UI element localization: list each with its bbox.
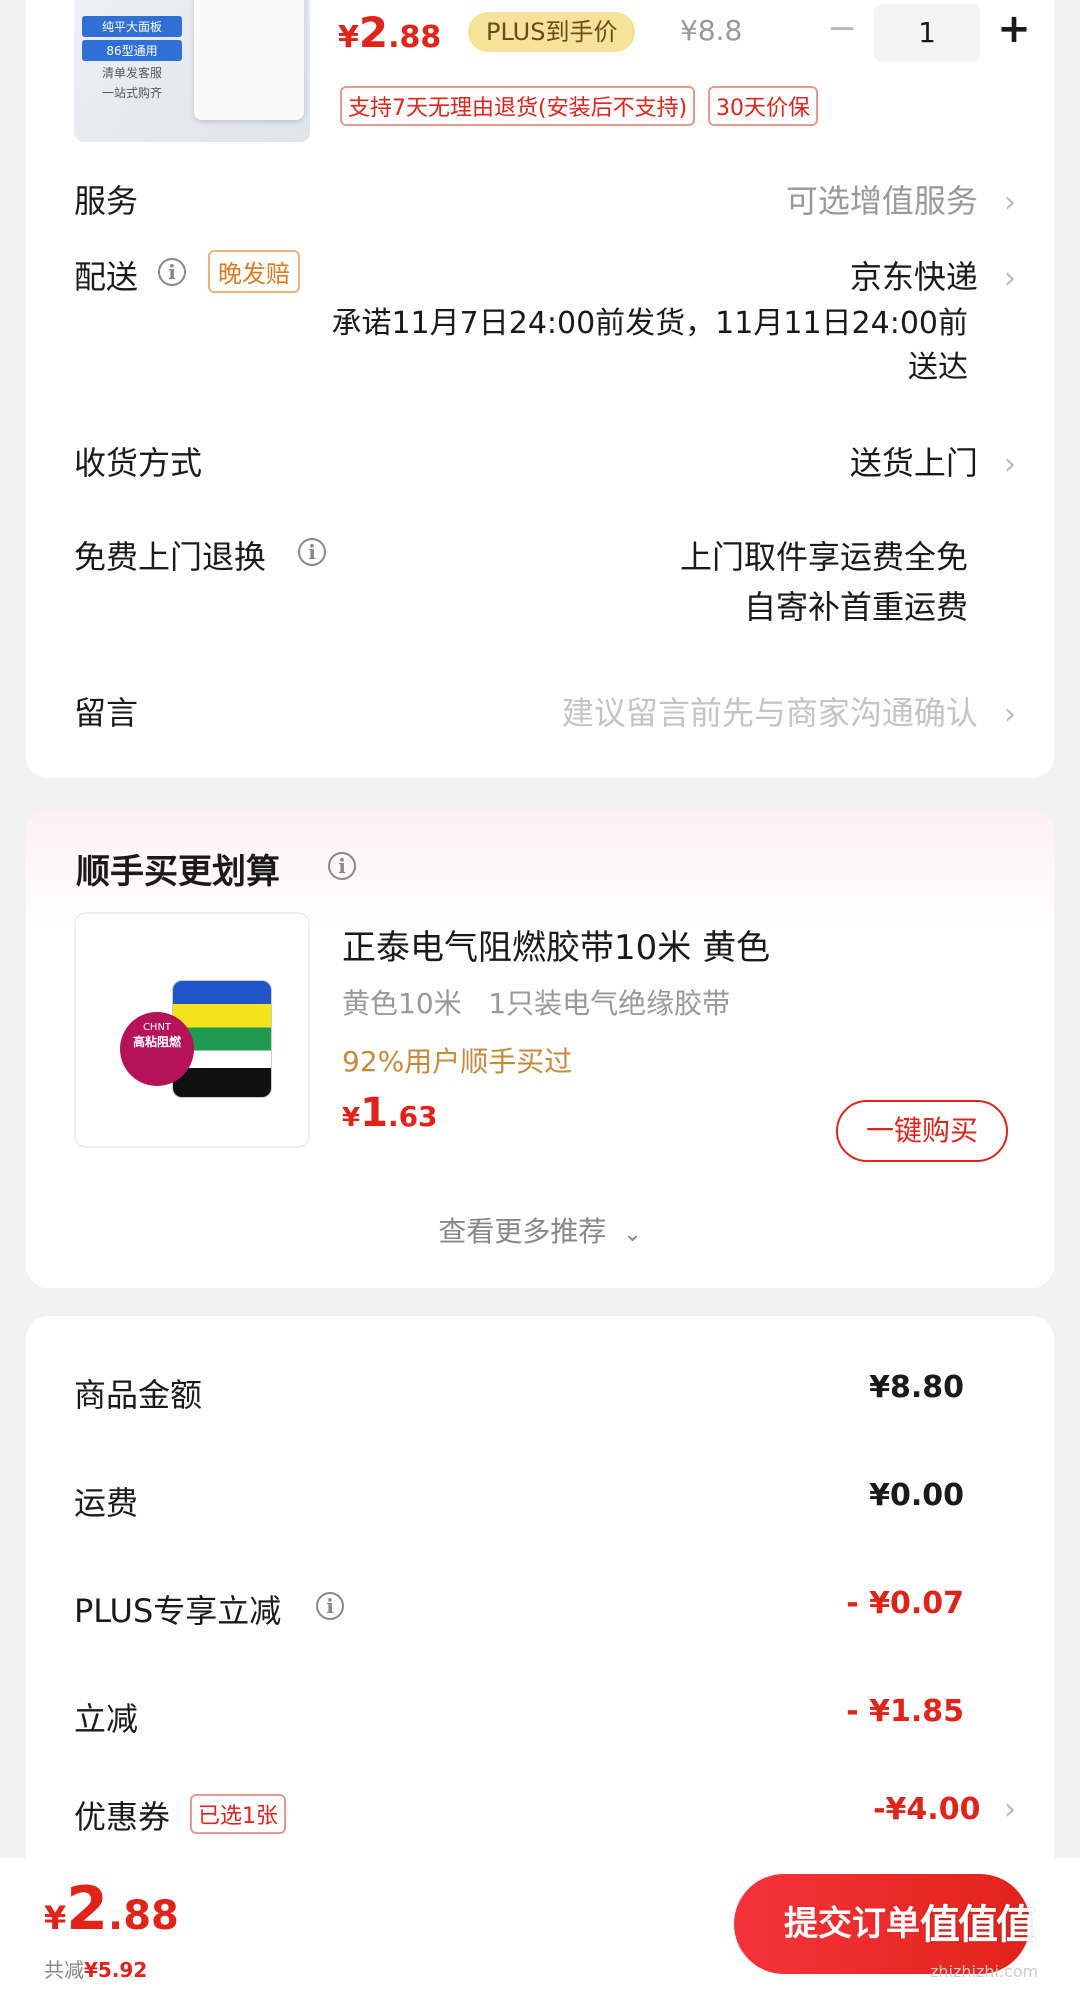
coupon-selected-badge: 已选1张 <box>190 1794 286 1834</box>
image-tag-1: 纯平大面板 <box>82 16 182 37</box>
submit-order-label: 提交订单 <box>784 1904 920 1944</box>
recommend-item-price: ¥1.63 <box>342 1090 438 1136</box>
watermark-logo: 值值值 <box>920 1902 1036 1948</box>
delivery-carrier-row[interactable]: 京东快递 › <box>850 252 1016 298</box>
recommend-item-name[interactable]: 正泰电气阻燃胶带10米 黄色 <box>342 920 770 969</box>
tape-label-text: 高粘阻燃 <box>132 1035 181 1049</box>
summary-value-discount: - ¥1.85 <box>846 1694 964 1729</box>
quantity-minus-button[interactable]: − <box>822 4 862 54</box>
message-label: 留言 <box>74 694 139 732</box>
see-more-recommend[interactable]: 查看更多推荐 ⌄ <box>26 1210 1054 1250</box>
return-policy-tag: 支持7天无理由退货(安装后不支持) <box>340 86 696 126</box>
free-return-label: 免费上门退换 <box>74 538 267 576</box>
quantity-input[interactable]: 1 <box>874 4 980 62</box>
see-more-label: 查看更多推荐 <box>438 1215 607 1248</box>
quantity-plus-button[interactable]: + <box>986 4 1042 54</box>
summary-value-coupon: -¥4.00 <box>873 1792 981 1827</box>
summary-value-plus: - ¥0.07 <box>846 1586 964 1621</box>
product-price: ¥2.88 <box>338 8 442 57</box>
summary-label-plus: PLUS专享立减 <box>74 1592 282 1630</box>
message-input[interactable]: 建议留言前先与商家沟通确认 › <box>562 688 1016 734</box>
image-tag-2: 86型通用 <box>82 40 182 61</box>
message-placeholder: 建议留言前先与商家沟通确认 <box>561 694 978 732</box>
tape-brand: CHNT <box>142 1022 172 1033</box>
summary-label-coupon: 优惠券 <box>74 1798 171 1836</box>
recommend-item-image[interactable]: CHNT 高粘阻燃 <box>74 912 310 1148</box>
image-tag-4: 一站式购齐 <box>101 86 162 100</box>
product-card: 纯平大面板 86型通用 清单发客服 一站式购齐 ¥2.88 PLUS到手价 ¥8… <box>26 0 1054 778</box>
recommend-title: 顺手买更划算 <box>76 852 280 892</box>
info-icon[interactable]: i <box>328 852 356 880</box>
chevron-right-icon: › <box>1004 697 1016 732</box>
summary-value-shipping: ¥0.00 <box>869 1478 964 1513</box>
delivery-carrier: 京东快递 <box>849 258 978 296</box>
image-tag-3: 清单发客服 <box>101 66 162 80</box>
original-price: ¥8.8 <box>680 14 743 47</box>
socket-panel-image <box>194 0 304 120</box>
footer-saved: 共减¥5.92 <box>44 1958 148 1982</box>
chevron-right-icon: › <box>1004 447 1016 482</box>
receive-method-value: 送货上门 <box>849 444 978 482</box>
chevron-down-icon: ⌄ <box>623 1222 642 1247</box>
footer-total-price: ¥2.88 <box>44 1874 179 1944</box>
service-row[interactable]: 可选增值服务 › <box>786 176 1016 222</box>
delivery-promise-line2: 送达 <box>908 350 968 385</box>
product-image[interactable]: 纯平大面板 86型通用 清单发客服 一站式购齐 <box>74 0 310 142</box>
summary-label-shipping: 运费 <box>74 1484 139 1522</box>
service-value: 可选增值服务 <box>785 182 978 220</box>
info-icon[interactable]: i <box>298 538 326 566</box>
recommend-item-social: 92%用户顺手买过 <box>342 1045 573 1078</box>
footer-bar: ¥2.88 共减¥5.92 提交订单 值值值 zhizhizhi.com <box>0 1858 1080 1990</box>
coupon-row[interactable]: -¥4.00 › <box>873 1792 1016 1827</box>
service-label: 服务 <box>74 182 139 220</box>
late-compensation-badge: 晚发赔 <box>208 250 300 293</box>
tape-label-disc: CHNT 高粘阻燃 <box>120 1012 194 1086</box>
delivery-promise-line1: 承诺11月7日24:00前发货，11月11日24:00前 <box>331 306 968 341</box>
info-icon[interactable]: i <box>158 258 186 286</box>
receive-method-label: 收货方式 <box>74 444 203 482</box>
summary-value-goods: ¥8.80 <box>869 1370 964 1405</box>
recommend-item-spec: 黄色10米 1只装电气绝缘胶带 <box>342 987 731 1020</box>
summary-label-goods: 商品金额 <box>74 1376 203 1414</box>
delivery-label: 配送 <box>74 258 139 296</box>
price-protect-tag: 30天价保 <box>708 86 818 126</box>
free-return-line1: 上门取件享运费全免 <box>679 538 968 576</box>
info-icon[interactable]: i <box>316 1592 344 1620</box>
plus-price-badge: PLUS到手价 <box>468 12 636 52</box>
watermark-url: zhizhizhi.com <box>930 1962 1039 1981</box>
free-return-line2: 自寄补首重运费 <box>743 588 968 626</box>
chevron-right-icon: › <box>1004 1792 1016 1827</box>
summary-label-discount: 立减 <box>74 1700 139 1738</box>
receive-method-row[interactable]: 送货上门 › <box>850 438 1016 484</box>
recommend-card: 顺手买更划算 i CHNT 高粘阻燃 正泰电气阻燃胶带10米 黄色 黄色10米 … <box>26 810 1054 1288</box>
one-click-buy-button[interactable]: 一键购买 <box>836 1100 1008 1162</box>
chevron-right-icon: › <box>1004 185 1016 220</box>
chevron-right-icon: › <box>1004 261 1016 296</box>
